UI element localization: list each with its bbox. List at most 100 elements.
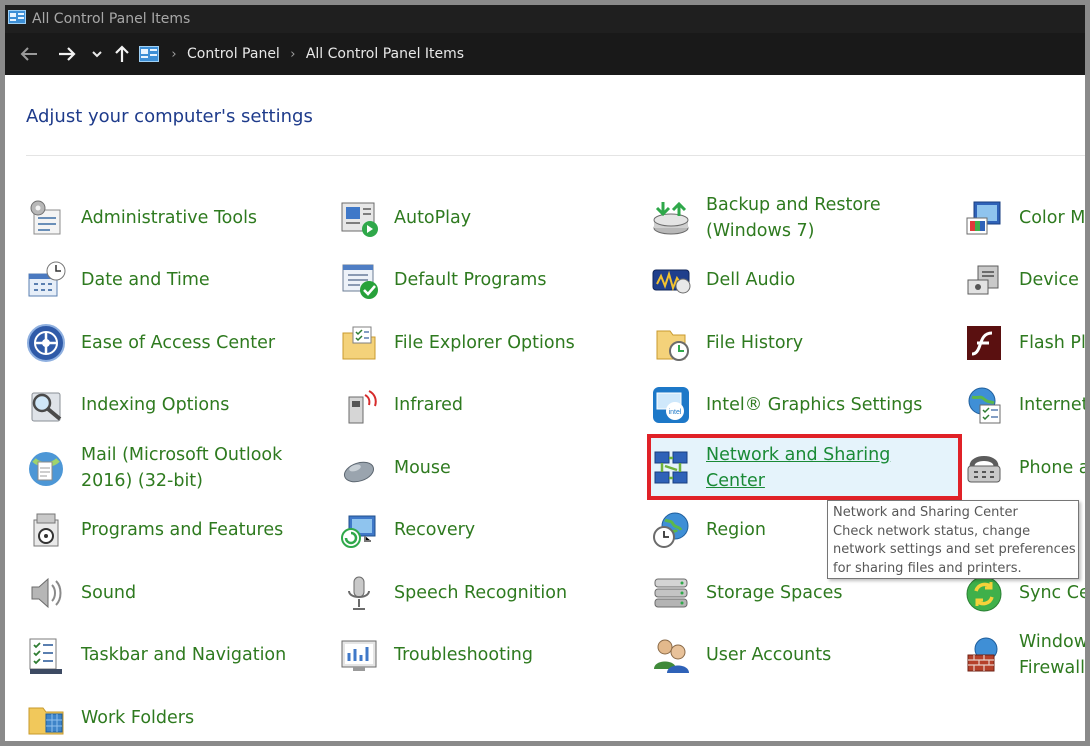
control-panel-item-intel-graphics[interactable]: intel Intel® Graphics Settings	[651, 377, 922, 433]
control-panel-item-default-programs[interactable]: Default Programs	[339, 252, 546, 308]
item-label-line: Infrared	[394, 395, 464, 415]
item-label-line: Device	[1019, 270, 1079, 290]
control-panel-item-infrared[interactable]: Infrared	[339, 377, 463, 433]
color-management-icon	[966, 201, 1001, 235]
item-label[interactable]: Dell Audio	[706, 267, 795, 293]
item-label[interactable]: Storage Spaces	[706, 580, 842, 606]
item-label-line: (Windows 7)	[706, 221, 815, 241]
item-label[interactable]: Work Folders	[81, 705, 194, 731]
item-label[interactable]: Indexing Options	[81, 392, 229, 418]
control-panel-item-date-time[interactable]: Date and Time	[26, 252, 210, 308]
item-label-line: Network and Sharing	[706, 445, 891, 465]
item-label[interactable]: Network and Sharing Center	[706, 442, 890, 494]
dell-audio-icon	[652, 269, 691, 294]
control-panel-item-work-folders[interactable]: Work Folders	[26, 690, 194, 741]
troubleshooting-icon	[341, 640, 377, 671]
item-label-line: Sync Ce	[1019, 583, 1085, 603]
network-icon	[654, 451, 688, 484]
item-label-line: Date and Time	[81, 270, 210, 290]
control-panel-item-firewall[interactable]: Window Firewall	[964, 627, 1085, 683]
control-panel-item-user-accounts[interactable]: User Accounts	[651, 627, 831, 683]
control-panel-item-mouse[interactable]: Mouse	[339, 440, 451, 496]
tooltip-line: for sharing files and printers.	[833, 560, 1022, 576]
item-label[interactable]: Ease of Access Center	[81, 330, 275, 356]
control-panel-item-file-history[interactable]: File History	[651, 315, 803, 371]
control-panel-item-region[interactable]: Region	[651, 502, 766, 558]
sync-center-icon	[966, 576, 1002, 612]
control-panel-item-microphone[interactable]: Speech Recognition	[339, 565, 567, 621]
control-panel-item-flash-player[interactable]: Flash Pl	[964, 315, 1085, 371]
item-label-line: Storage Spaces	[706, 583, 843, 603]
control-panel-item-mail[interactable]: Mail (Microsoft Outlook 2016) (32-bit)	[26, 440, 282, 496]
item-label[interactable]: File History	[706, 330, 803, 356]
item-label-line: File Explorer Options	[394, 333, 575, 353]
item-label-line: Window	[1019, 632, 1085, 652]
infrared-icon	[348, 390, 377, 424]
control-panel-item-backup-restore[interactable]: Backup and Restore (Windows 7)	[651, 190, 881, 246]
storage-spaces-icon	[654, 578, 688, 608]
item-label[interactable]: Intel® Graphics Settings	[706, 392, 922, 418]
user-accounts-icon	[654, 639, 689, 673]
item-label[interactable]: Date and Time	[81, 267, 210, 293]
backup-restore-icon	[653, 201, 689, 235]
control-panel-item-autoplay[interactable]: AutoPlay	[339, 190, 471, 246]
control-panel-item-ease-of-access[interactable]: Ease of Access Center	[26, 315, 275, 371]
recovery-icon	[341, 515, 376, 548]
item-label[interactable]: Device	[1019, 267, 1079, 293]
control-panel-item-color-management[interactable]: Color M	[964, 190, 1085, 246]
item-label[interactable]: Infrared	[394, 392, 463, 418]
tooltip: Network and Sharing Center Check network…	[827, 500, 1079, 579]
flash-player-icon	[967, 326, 1001, 360]
control-panel-window: All Control Panel Items › Control Panel …	[5, 5, 1085, 741]
item-label[interactable]: Taskbar and Navigation	[81, 642, 286, 668]
item-label[interactable]: Color M	[1019, 205, 1085, 231]
control-panel-item-device-manager[interactable]: Device	[964, 252, 1079, 308]
work-folders-icon	[28, 707, 64, 735]
item-label-line: Mouse	[394, 458, 451, 478]
control-panel-item-taskbar[interactable]: Taskbar and Navigation	[26, 627, 286, 683]
control-panel-item-indexing[interactable]: Indexing Options	[26, 377, 229, 433]
item-label[interactable]: File Explorer Options	[394, 330, 575, 356]
item-label[interactable]: Flash Pl	[1019, 330, 1085, 356]
item-label[interactable]: Default Programs	[394, 267, 546, 293]
control-panel-item-troubleshooting[interactable]: Troubleshooting	[339, 627, 533, 683]
control-panel-item-sound[interactable]: Sound	[26, 565, 136, 621]
control-panel-item-phone-modem[interactable]: Phone a	[964, 440, 1085, 496]
item-label[interactable]: Backup and Restore (Windows 7)	[706, 192, 881, 244]
file-history-icon	[656, 330, 689, 361]
control-panel-item-network[interactable]: Network and Sharing Center	[651, 440, 890, 496]
mouse-icon	[343, 461, 375, 483]
item-label[interactable]: User Accounts	[706, 642, 831, 668]
control-panel-item-programs-features[interactable]: Programs and Features	[26, 502, 283, 558]
control-panel-item-admin-tools[interactable]: Administrative Tools	[26, 190, 257, 246]
item-label-line: Dell Audio	[706, 270, 796, 290]
item-label[interactable]: Programs and Features	[81, 517, 283, 543]
date-time-icon	[28, 261, 66, 297]
item-label[interactable]: Mail (Microsoft Outlook 2016) (32-bit)	[81, 442, 282, 494]
item-label[interactable]: Phone a	[1019, 455, 1085, 481]
item-label[interactable]: Speech Recognition	[394, 580, 567, 606]
item-label[interactable]: Troubleshooting	[394, 642, 533, 668]
firewall-icon	[967, 637, 998, 672]
item-label-line: Firewall	[1019, 658, 1085, 678]
item-label[interactable]: Internet	[1019, 392, 1085, 418]
item-label[interactable]: Sync Ce	[1019, 580, 1085, 606]
item-label[interactable]: Window Firewall	[1019, 629, 1085, 681]
item-label[interactable]: AutoPlay	[394, 205, 471, 231]
item-label-line: Sound	[81, 583, 137, 603]
control-panel-item-internet-options[interactable]: Internet	[964, 377, 1085, 433]
control-panel-item-recovery[interactable]: Recovery	[339, 502, 475, 558]
item-label[interactable]: Sound	[81, 580, 136, 606]
item-label-line: Ease of Access Center	[81, 333, 276, 353]
item-label-line: Region	[706, 520, 766, 540]
control-panel-item-dell-audio[interactable]: Dell Audio	[651, 252, 795, 308]
item-label-line: Color M	[1019, 208, 1085, 228]
item-label[interactable]: Administrative Tools	[81, 205, 257, 231]
item-label[interactable]: Mouse	[394, 455, 451, 481]
control-panel-item-storage-spaces[interactable]: Storage Spaces	[651, 565, 842, 621]
microphone-icon	[348, 576, 370, 610]
item-label[interactable]: Recovery	[394, 517, 475, 543]
control-panel-item-folder-options[interactable]: File Explorer Options	[339, 315, 575, 371]
mail-icon	[29, 452, 63, 486]
item-label[interactable]: Region	[706, 517, 766, 543]
